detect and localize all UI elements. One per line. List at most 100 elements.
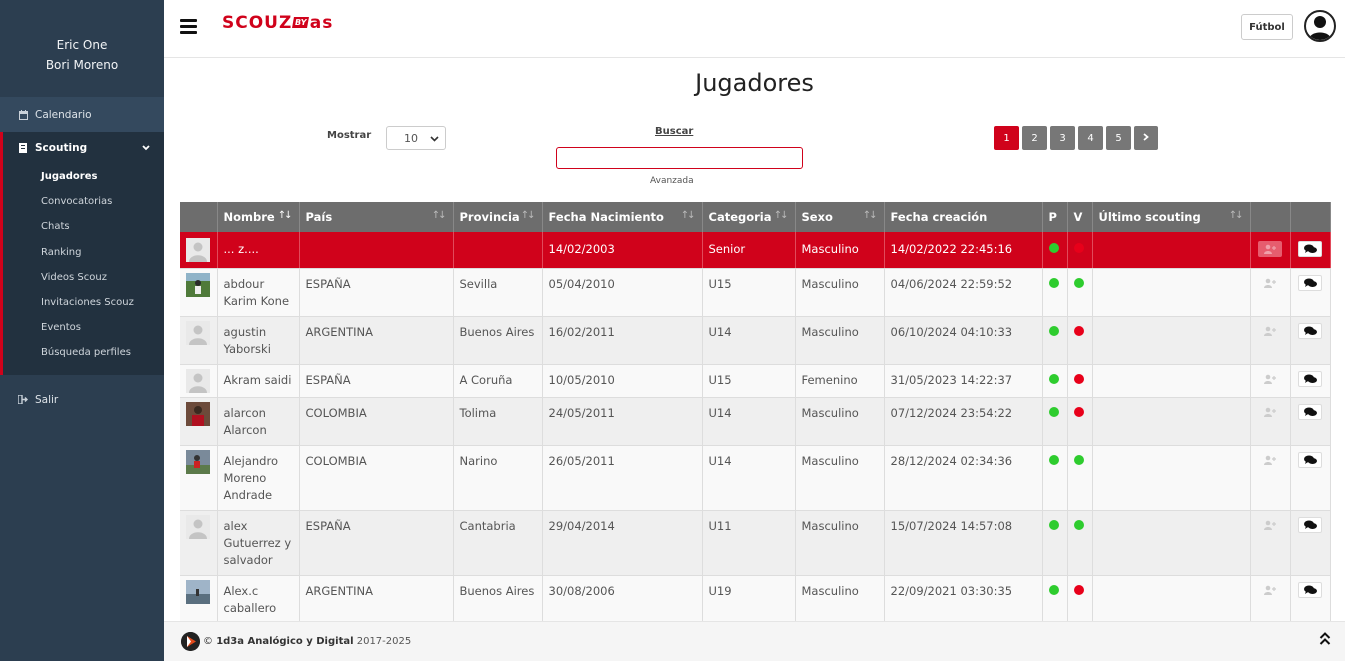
- col-ultimo-scouting[interactable]: Último scouting ↑↓: [1092, 202, 1251, 232]
- menu-toggle-icon[interactable]: [180, 19, 197, 34]
- player-photo[interactable]: [180, 268, 218, 317]
- col-pais[interactable]: País ↑↓: [299, 202, 454, 232]
- table-row[interactable]: ... z.... 14/02/2003 Senior Masculino 14/02/…: [180, 232, 1331, 269]
- table-row[interactable]: Alejandro Moreno Andrade COLOMBIA Narino 26…: [180, 445, 1331, 511]
- add-user-button[interactable]: [1258, 517, 1282, 533]
- sort-icon: ↑↓: [862, 210, 878, 221]
- cell-p-status: [1042, 575, 1068, 621]
- player-photo[interactable]: [180, 510, 218, 576]
- sidebar-subitem-chats[interactable]: Chats: [3, 214, 164, 239]
- add-user-button[interactable]: [1258, 582, 1282, 598]
- col-fecha-nacimiento[interactable]: Fecha Nacimiento ↑↓: [542, 202, 703, 232]
- cell-nombre[interactable]: abdour Karim Kone: [217, 268, 300, 317]
- col-p[interactable]: P: [1042, 202, 1068, 232]
- col-nombre[interactable]: Nombre ↑↓: [217, 202, 300, 232]
- chat-button[interactable]: [1298, 403, 1322, 420]
- col-v[interactable]: V: [1067, 202, 1093, 232]
- sort-icon: ↑↓: [520, 210, 536, 221]
- sidebar-item-scouting[interactable]: Scouting: [3, 132, 164, 164]
- sidebar-item-calendario[interactable]: Calendario: [0, 97, 164, 132]
- cell-ultimo-scouting: [1092, 510, 1251, 576]
- cell-provincia: Tolima: [453, 397, 543, 446]
- col-fecha-creacion[interactable]: Fecha creación: [884, 202, 1043, 232]
- chat-button[interactable]: [1298, 322, 1322, 339]
- table-row[interactable]: Alex.c caballero ARGENTINA Buenos Aires 30/…: [180, 575, 1331, 621]
- sidebar-item-label: Scouting: [35, 142, 88, 154]
- page-title: Jugadores: [695, 69, 814, 97]
- add-user-button[interactable]: [1258, 404, 1282, 420]
- add-user-button[interactable]: [1258, 371, 1282, 387]
- chat-button[interactable]: [1298, 516, 1322, 533]
- player-photo[interactable]: [180, 232, 218, 269]
- col-action-add: [1250, 202, 1291, 232]
- page-button-4[interactable]: 4: [1078, 126, 1103, 150]
- add-user-button[interactable]: [1258, 275, 1282, 291]
- chat-button[interactable]: [1298, 370, 1322, 387]
- player-photo[interactable]: [180, 575, 218, 621]
- table-row[interactable]: alarcon Alarcon COLOMBIA Tolima 24/05/2011 U…: [180, 397, 1331, 446]
- cell-categoria: U14: [702, 316, 796, 365]
- player-photo[interactable]: [180, 397, 218, 446]
- user-avatar[interactable]: [1304, 10, 1336, 42]
- chat-button[interactable]: [1298, 581, 1322, 598]
- sidebar: Eric One Bori Moreno Calendario Scouting…: [0, 0, 164, 661]
- cell-nombre[interactable]: agustin Yaborski: [217, 316, 300, 365]
- sidebar-subitem-videos-scouz[interactable]: Videos Scouz: [3, 265, 164, 290]
- col-sexo[interactable]: Sexo ↑↓: [795, 202, 885, 232]
- next-page-button[interactable]: [1134, 126, 1158, 150]
- player-photo[interactable]: [180, 364, 218, 398]
- cell-ultimo-scouting: [1092, 232, 1251, 269]
- sidebar-subitem-busqueda-perfiles[interactable]: Búsqueda perfiles: [3, 340, 164, 365]
- scroll-to-top-icon[interactable]: [1319, 632, 1331, 646]
- cell-fecha-creacion: 22/09/2021 03:30:35: [884, 575, 1043, 621]
- cell-nombre[interactable]: alex Gutuerrez y salvador: [217, 510, 300, 576]
- cell-nombre[interactable]: alarcon Alarcon: [217, 397, 300, 446]
- page-button-1[interactable]: 1: [994, 126, 1019, 150]
- cell-add-action: [1250, 445, 1291, 511]
- sport-selector-button[interactable]: Fútbol: [1241, 14, 1293, 40]
- cell-nombre[interactable]: Akram saidi: [217, 364, 300, 398]
- table-row[interactable]: alex Gutuerrez y salvador ESPAÑA Cantabria…: [180, 510, 1331, 576]
- cell-categoria: U15: [702, 268, 796, 317]
- advanced-search-link[interactable]: Avanzada: [650, 176, 694, 186]
- page-button-5[interactable]: 5: [1106, 126, 1131, 150]
- player-photo[interactable]: [180, 316, 218, 365]
- cell-v-status: [1067, 397, 1093, 446]
- table-header-row: Nombre ↑↓ País ↑↓ Provincia ↑↓ Fecha Nacimi…: [180, 202, 1331, 232]
- add-user-button[interactable]: [1258, 452, 1282, 468]
- cell-nombre[interactable]: Alejandro Moreno Andrade: [217, 445, 300, 511]
- main-content: Jugadores Mostrar 10 Buscar Avanzada 1 2…: [164, 59, 1345, 621]
- sidebar-subitem-invitaciones-scouz[interactable]: Invitaciones Scouz: [3, 290, 164, 315]
- cell-nombre[interactable]: Alex.c caballero: [217, 575, 300, 621]
- col-categoria[interactable]: Categoria ↑↓: [702, 202, 796, 232]
- table-row[interactable]: Akram saidi ESPAÑA A Coruña 10/05/2010 U15 Fe…: [180, 364, 1331, 398]
- sidebar-subitem-convocatorias[interactable]: Convocatorias: [3, 189, 164, 214]
- page-button-3[interactable]: 3: [1050, 126, 1075, 150]
- search-label[interactable]: Buscar: [655, 126, 693, 137]
- chat-button[interactable]: [1298, 274, 1322, 291]
- table-row[interactable]: abdour Karim Kone ESPAÑA Sevilla 05/04/2010…: [180, 268, 1331, 317]
- sidebar-subitem-jugadores[interactable]: Jugadores: [3, 164, 164, 189]
- cell-nombre[interactable]: ... z....: [217, 232, 300, 269]
- cell-add-action: [1250, 364, 1291, 398]
- cell-sexo: Masculino: [795, 445, 885, 511]
- sidebar-item-salir[interactable]: Salir: [0, 382, 164, 417]
- cell-chat-action: [1290, 316, 1331, 365]
- scouz-logo[interactable]: SCOUZ BY as: [222, 13, 333, 33]
- add-user-button[interactable]: [1258, 323, 1282, 339]
- cell-pais: COLOMBIA: [299, 397, 454, 446]
- col-provincia[interactable]: Provincia ↑↓: [453, 202, 543, 232]
- status-dot-icon: [1048, 277, 1059, 288]
- cell-pais: ESPAÑA: [299, 268, 454, 317]
- sidebar-subitem-ranking[interactable]: Ranking: [3, 240, 164, 265]
- search-input[interactable]: [556, 147, 803, 169]
- table-row[interactable]: agustin Yaborski ARGENTINA Buenos Aires 16/…: [180, 316, 1331, 365]
- chat-button[interactable]: [1298, 451, 1322, 468]
- sidebar-subitem-eventos[interactable]: Eventos: [3, 315, 164, 340]
- add-user-button[interactable]: [1258, 240, 1282, 257]
- page-button-2[interactable]: 2: [1022, 126, 1047, 150]
- chat-button[interactable]: [1298, 240, 1322, 257]
- page-length-select[interactable]: 10: [386, 126, 446, 150]
- player-photo[interactable]: [180, 445, 218, 511]
- cell-ultimo-scouting: [1092, 364, 1251, 398]
